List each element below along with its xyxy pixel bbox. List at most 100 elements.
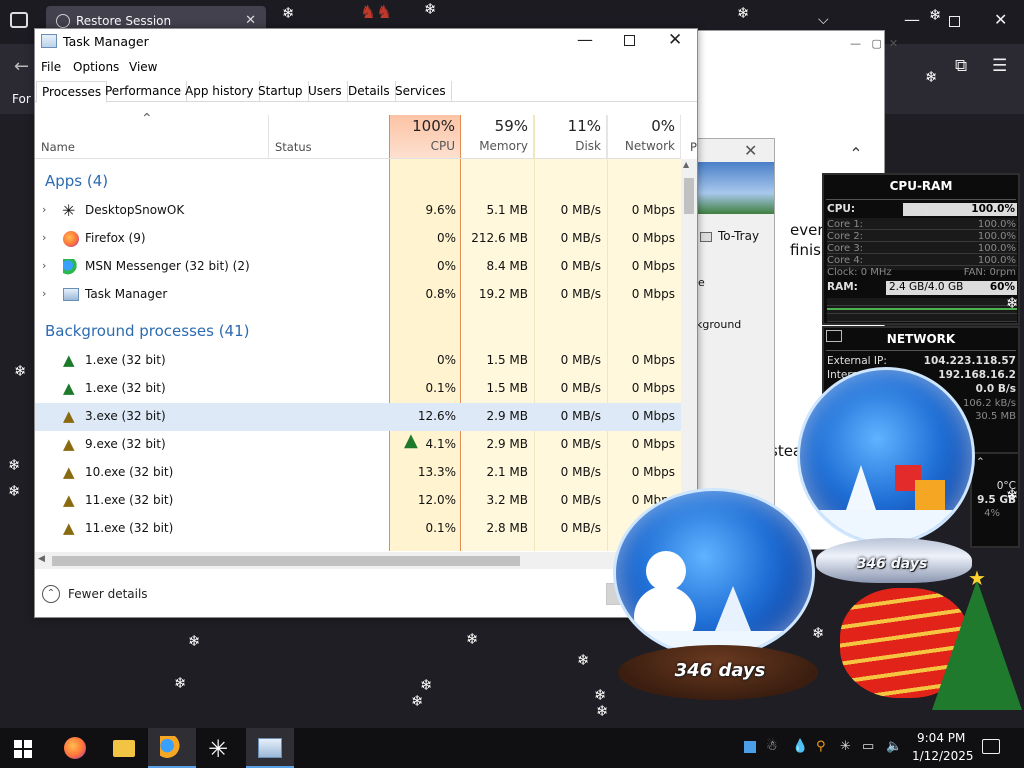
- table-row[interactable]: › Task Manager 0.8% 19.2 MB 0 MB/s 0 Mbp…: [35, 281, 681, 309]
- tray-snowman-icon[interactable]: ☃: [766, 739, 778, 754]
- network-value: 0 Mbps: [631, 353, 675, 367]
- column-header-name[interactable]: Name: [41, 140, 75, 154]
- column-header-cpu[interactable]: 100% CPU: [389, 115, 461, 158]
- memory-value: 2.9 MB: [486, 437, 528, 451]
- chevron-up-circle-icon[interactable]: ⌃: [42, 585, 60, 603]
- cpu-temperature: 0°C: [913, 203, 933, 215]
- notification-icon[interactable]: [982, 739, 1000, 754]
- menu-file[interactable]: File: [41, 60, 61, 74]
- fewer-details-button[interactable]: Fewer details: [68, 587, 148, 601]
- memory-value: 1.5 MB: [486, 381, 528, 395]
- snowflake-icon: ❄: [929, 6, 942, 24]
- expand-chevron-icon[interactable]: ›: [42, 287, 46, 300]
- cpu-ram-gadget[interactable]: CPU-RAM CPU: 0°C 100.0% Core 1: 100.0% C…: [822, 173, 1020, 325]
- core-2-label: Core 2:: [827, 231, 864, 242]
- expand-chevron-icon[interactable]: ›: [42, 203, 46, 216]
- background-dialog-controls[interactable]: — ▢ ✕: [850, 37, 898, 50]
- christmas-tree-icon: ▲: [63, 351, 75, 369]
- vertical-scroll-thumb[interactable]: [684, 178, 694, 214]
- task-manager-icon: [41, 34, 57, 48]
- snowflake-icon: ❄: [282, 4, 295, 22]
- column-header-status[interactable]: Status: [275, 140, 312, 154]
- menu-view[interactable]: View: [129, 60, 157, 74]
- clock-time[interactable]: 9:04 PM: [917, 731, 965, 745]
- horizontal-scroll-thumb[interactable]: [52, 556, 520, 566]
- list-all-tabs-icon[interactable]: [10, 12, 28, 28]
- table-row[interactable]: › Firefox (9) 0% 212.6 MB 0 MB/s 0 Mbps: [35, 225, 681, 253]
- tab-startup[interactable]: Startup: [253, 81, 309, 102]
- snow-app-close-icon[interactable]: ✕: [744, 141, 757, 160]
- table-row[interactable]: ▲ 10.exe (32 bit) 13.3% 2.1 MB 0 MB/s 0 …: [35, 459, 681, 487]
- table-row[interactable]: › ✳ DesktopSnowOK 9.6% 5.1 MB 0 MB/s 0 M…: [35, 197, 681, 225]
- msn-icon: [160, 736, 184, 760]
- tab-users[interactable]: Users: [303, 81, 348, 102]
- table-row[interactable]: ▲ 11.exe (32 bit) 12.0% 3.2 MB 0 MB/s 0 …: [35, 487, 681, 515]
- maximize-button[interactable]: [624, 35, 635, 46]
- days-counter: 346 days: [674, 660, 766, 681]
- cpu-value: 0.1%: [425, 381, 457, 395]
- table-row[interactable]: › MSN Messenger (32 bit) (2) 0% 8.4 MB 0…: [35, 253, 681, 281]
- core-4-value: 100.0%: [977, 255, 1016, 266]
- christmas-tree-icon[interactable]: [932, 580, 1022, 710]
- sort-ascending-icon[interactable]: ⌃: [141, 111, 153, 127]
- disk-value: 0 MB/s: [560, 409, 601, 423]
- collapse-icon[interactable]: ⌃: [976, 456, 985, 468]
- ram-percent: 60%: [989, 281, 1015, 293]
- network-label: Network: [624, 139, 675, 153]
- snowflake-icon: ✳: [62, 201, 76, 220]
- tab-processes[interactable]: Processes: [36, 81, 108, 103]
- cpu-value: 9.6%: [425, 203, 457, 217]
- tab-performance[interactable]: Performance: [100, 81, 188, 102]
- chevron-down-icon[interactable]: ⌵: [818, 12, 829, 28]
- menu-options[interactable]: Options: [73, 60, 119, 74]
- table-row[interactable]: ▲ 11.exe (32 bit) 0.1% 2.8 MB 0 MB/s 0 M…: [35, 515, 681, 543]
- minimize-button[interactable]: —: [577, 30, 593, 49]
- tab-app-history[interactable]: App history: [180, 81, 260, 102]
- table-row-selected[interactable]: ▲ 3.exe (32 bit) 12.6% 2.9 MB 0 MB/s 0 M…: [35, 403, 681, 431]
- snowflake-icon: ❄: [14, 362, 27, 380]
- gifts-globe[interactable]: [797, 367, 975, 545]
- cpu-value: 0.8%: [425, 287, 457, 301]
- header-divider: [35, 158, 681, 159]
- firefox-close-button[interactable]: ✕: [994, 10, 1007, 29]
- column-header-memory[interactable]: 59% Memory: [462, 115, 534, 158]
- column-header-disk[interactable]: 11% Disk: [535, 115, 607, 158]
- close-button[interactable]: ✕: [668, 30, 682, 50]
- firefox-restore-button[interactable]: [949, 16, 960, 27]
- back-arrow-icon[interactable]: ←: [14, 56, 29, 77]
- column-header-network[interactable]: 0% Network: [608, 115, 681, 158]
- expand-chevron-icon[interactable]: ›: [42, 231, 46, 244]
- extensions-icon[interactable]: ⧉: [955, 56, 967, 76]
- close-tab-icon[interactable]: ✕: [245, 13, 256, 28]
- tray-snowflake-icon[interactable]: ✳: [840, 739, 851, 754]
- table-row[interactable]: ▲ 1.exe (32 bit) 0.1% 1.5 MB 0 MB/s 0 Mb…: [35, 375, 681, 403]
- windows-start-icon[interactable]: [14, 740, 32, 758]
- snowflake-icon: ❄: [596, 702, 609, 720]
- hamburger-menu-icon[interactable]: ☰: [992, 56, 1007, 76]
- tab-details[interactable]: Details: [343, 81, 396, 102]
- to-tray-button[interactable]: To-Tray: [718, 229, 759, 243]
- scroll-left-arrow-icon[interactable]: ◀: [38, 554, 45, 564]
- process-name: MSN Messenger (32 bit) (2): [85, 259, 250, 273]
- gadget-title: CPU-RAM: [889, 179, 953, 193]
- tray-drop-icon[interactable]: 💧: [792, 739, 808, 754]
- network-icon[interactable]: ▭: [862, 739, 874, 754]
- table-row[interactable]: ▲ 1.exe (32 bit) 0% 1.5 MB 0 MB/s 0 Mbps: [35, 347, 681, 375]
- snowflake-icon: ❄: [411, 692, 424, 710]
- scroll-up-arrow-icon[interactable]: ▲: [683, 160, 689, 169]
- tray-app-icon[interactable]: [744, 741, 756, 753]
- table-row[interactable]: ▲ 9.exe (32 bit) 4.1% 2.9 MB 0 MB/s 0 Mb…: [35, 431, 681, 459]
- snowman-globe[interactable]: [613, 488, 815, 658]
- external-ip-label: External IP:: [827, 355, 887, 367]
- core-3-label: Core 3:: [827, 243, 864, 254]
- clock-speed: Clock: 0 MHz: [827, 267, 892, 278]
- volume-icon[interactable]: 🔈: [886, 739, 902, 754]
- expand-chevron-icon[interactable]: ›: [42, 259, 46, 272]
- to-tray-icon[interactable]: [700, 232, 712, 242]
- tray-search-icon[interactable]: ⚲: [816, 739, 826, 754]
- firefox-minimize-button[interactable]: —: [904, 10, 920, 29]
- tab-services[interactable]: Services: [390, 81, 452, 102]
- clock-date[interactable]: 1/12/2025: [912, 749, 974, 763]
- snow-app-text-2: kground: [696, 318, 742, 331]
- column-header-power-partial[interactable]: P: [690, 140, 697, 154]
